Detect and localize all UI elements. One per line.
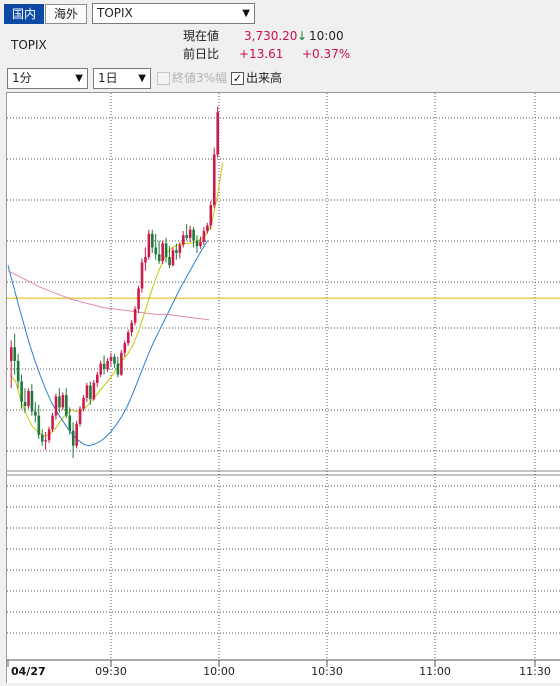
candle-body [209,205,213,226]
dropdown-arrow-icon: ▼ [75,73,83,84]
dropdown-arrow-icon: ▼ [242,8,250,19]
candle-body [202,231,206,242]
candle-body [44,440,47,442]
down-arrow-icon: ↓ [297,29,308,43]
chart-svg: 04/27 09:30 10:00 10:30 11:00 11:30 [7,93,560,678]
candle-body [78,408,82,424]
limit-label: 終値3%幅 [172,71,228,85]
time-tick-label: 11:00 [419,665,451,678]
candle-body [171,250,175,266]
index-select-value: TOPIX [97,6,133,20]
period-select[interactable]: 1日 ▼ [93,68,151,89]
current-price-value: 3,730.20 [244,29,298,43]
candle-body [116,363,120,375]
candle-body [106,360,109,370]
candle-body [58,396,61,408]
time-tick-label: 10:30 [311,665,343,678]
candle-body [199,241,202,247]
change-percent: +0.37% [302,47,351,61]
candle-body [212,154,216,206]
candle-body [20,381,23,402]
candle-body [195,240,199,247]
time-tick-label: 11:30 [519,665,551,678]
candle-body [89,385,92,400]
candle-body [188,229,192,238]
candle-body [154,247,158,255]
time-tick-label: 10:00 [203,665,235,678]
candle-body [216,112,219,155]
candle-body [85,385,89,398]
candle-body [92,382,96,400]
candle-body [120,352,123,375]
candle-body [16,360,20,382]
date-label: 04/27 [11,665,46,678]
volume-checkbox[interactable]: ✓ [231,72,244,85]
candle-body [113,356,116,364]
volume-label: 出来高 [246,71,283,85]
candle-body [182,235,185,245]
candle-body [109,356,113,361]
current-price-label: 現在値 [183,29,220,43]
candle-body [34,411,37,416]
candle-body [71,430,75,446]
moving-average-line [7,270,210,321]
tab-overseas[interactable]: 海外 [45,4,87,24]
candle-body [161,243,164,262]
candle-body [13,347,17,361]
candle-body [130,322,133,333]
candle-body [37,415,41,435]
candle-body [47,429,51,441]
candle-body [10,347,13,361]
interval-select[interactable]: 1分 ▼ [7,68,88,89]
candle-body [65,395,68,416]
candle-body [102,363,106,370]
dropdown-arrow-icon: ▼ [138,73,146,84]
candle-body [40,434,44,442]
period-select-value: 1日 [98,71,118,85]
candle-body [164,243,168,258]
quote-time: 10:00 [309,29,344,43]
candle-body [30,390,34,412]
candle-body [99,363,103,375]
candle-body [157,254,161,262]
candle-body [140,262,144,289]
candle-body [61,395,65,408]
change-value: +13.61 [239,47,284,61]
candle-body [144,257,147,263]
candle-body [151,233,154,248]
candle-body [192,229,195,241]
limit-checkbox[interactable] [157,72,170,85]
candle-body [23,401,27,407]
candle-body [137,288,140,309]
index-select[interactable]: TOPIX ▼ [92,3,255,24]
candle-body [27,390,30,407]
candle-body [168,257,171,266]
candle-body [54,396,58,416]
change-label: 前日比 [183,47,220,61]
interval-select-value: 1分 [12,71,32,85]
instrument-name: TOPIX [11,38,47,52]
candle-body [96,374,99,383]
time-tick-label: 09:30 [95,665,127,678]
moving-average-line [7,240,209,447]
candle-body [178,244,182,253]
price-chart[interactable]: 04/27 09:30 10:00 10:30 11:00 11:30 [6,92,560,683]
candle-body [175,250,178,253]
candle-body [206,225,209,232]
tab-domestic[interactable]: 国内 [4,4,44,24]
candle-body [133,308,137,323]
candle-body [126,332,130,344]
candle-body [123,343,127,353]
candle-body [75,423,78,446]
candle-body [185,235,189,238]
moving-average-line [9,162,224,437]
candle-body [82,397,85,409]
candle-body [147,233,151,258]
candle-body [51,415,54,430]
candle-body [68,415,72,431]
